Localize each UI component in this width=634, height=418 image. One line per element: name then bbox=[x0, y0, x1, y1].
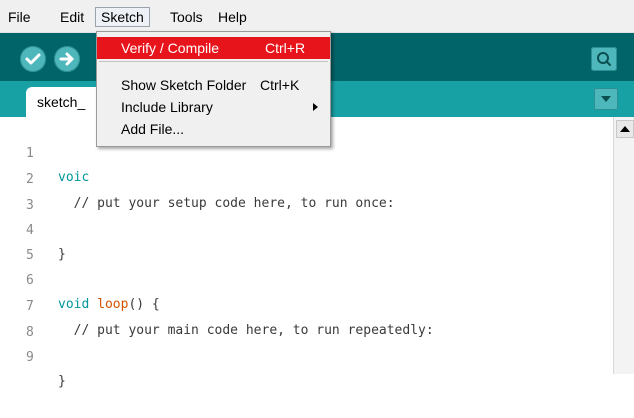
menu-separator bbox=[99, 61, 328, 62]
submenu-arrow-icon bbox=[313, 103, 318, 111]
code-line: 8 bbox=[0, 297, 613, 340]
code-line: 5 bbox=[0, 220, 613, 263]
vertical-scrollbar[interactable] bbox=[613, 117, 634, 374]
code-line: 9 } bbox=[0, 322, 613, 389]
menu-edit[interactable]: Edit bbox=[56, 8, 88, 26]
menu-item-include-library[interactable]: Include Library bbox=[97, 96, 330, 118]
tab-sketch[interactable]: sketch_ bbox=[26, 87, 106, 117]
chevron-down-icon bbox=[601, 96, 611, 102]
menu-bar: File Edit Sketch Tools Help bbox=[0, 0, 634, 33]
code-line: 2 // put your setup code here, to run on… bbox=[0, 144, 613, 211]
serial-monitor-button[interactable] bbox=[591, 47, 617, 71]
tab-menu-button[interactable] bbox=[594, 88, 618, 110]
menu-item-label: Add File... bbox=[121, 121, 185, 137]
code-line: 7 // put your main code here, to run rep… bbox=[0, 271, 613, 338]
menu-item-shortcut: Ctrl+K bbox=[260, 77, 300, 93]
menu-item-label: Show Sketch Folder bbox=[121, 77, 247, 93]
scroll-up-button[interactable] bbox=[616, 120, 634, 138]
menu-item-label: Include Library bbox=[121, 99, 213, 115]
menu-sketch[interactable]: Sketch bbox=[95, 7, 150, 27]
menu-tools[interactable]: Tools bbox=[166, 8, 207, 26]
magnifier-icon bbox=[597, 52, 611, 66]
menu-help[interactable]: Help bbox=[214, 8, 251, 26]
upload-button[interactable] bbox=[54, 46, 80, 72]
verify-button[interactable] bbox=[20, 46, 46, 72]
tab-label: sketch_ bbox=[37, 94, 86, 110]
line-number: 9 bbox=[26, 350, 34, 365]
menu-item-label: Verify / Compile bbox=[121, 40, 220, 56]
menu-item-verify-compile[interactable]: Verify / Compile Ctrl+R bbox=[97, 37, 330, 59]
code-line: 4 } bbox=[0, 195, 613, 262]
triangle-up-icon bbox=[620, 126, 630, 132]
menu-file[interactable]: File bbox=[4, 8, 35, 26]
check-icon bbox=[25, 53, 41, 65]
code-line: 3 bbox=[0, 170, 613, 213]
arrow-right-icon bbox=[59, 52, 74, 66]
arduino-ide-window: File Edit Sketch Tools Help sketch_ 1 vo… bbox=[0, 0, 634, 389]
code-line: 6 void loop() { bbox=[0, 245, 613, 312]
menu-item-shortcut: Ctrl+R bbox=[265, 40, 306, 56]
menu-item-add-file[interactable]: Add File... bbox=[97, 118, 330, 140]
sketch-menu-dropdown: Verify / Compile Ctrl+R Show Sketch Fold… bbox=[96, 31, 331, 147]
menu-item-show-sketch-folder[interactable]: Show Sketch Folder Ctrl+K bbox=[97, 74, 330, 96]
